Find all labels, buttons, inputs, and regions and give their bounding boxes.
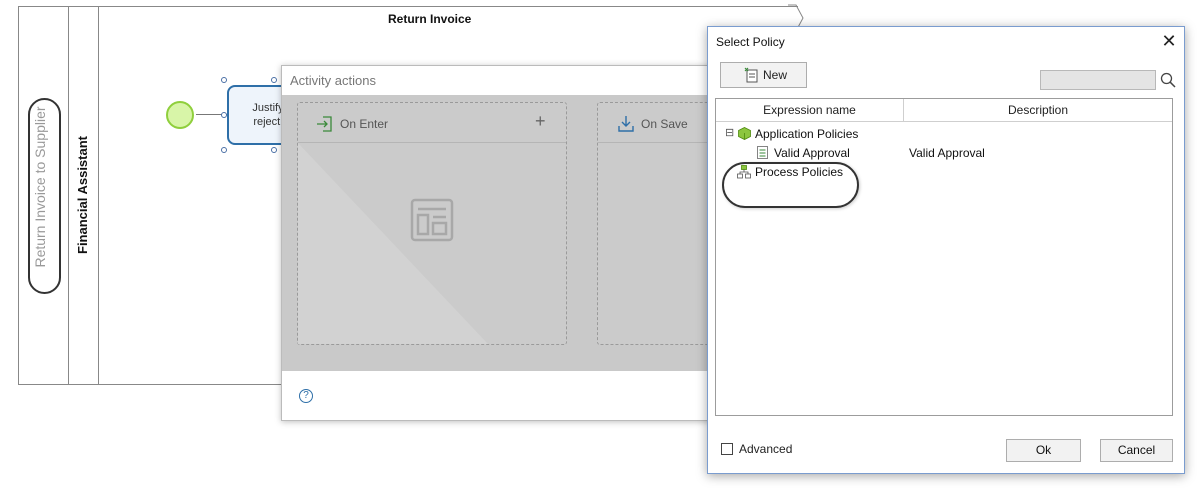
selection-handle[interactable] <box>271 77 277 83</box>
enter-icon <box>317 116 332 132</box>
save-icon <box>618 116 634 132</box>
tree-item-valid-approval[interactable]: Valid Approval <box>774 146 850 160</box>
ok-button[interactable]: Ok <box>1006 439 1081 462</box>
collapse-toggle[interactable]: ⊟ <box>725 126 734 139</box>
tree-item-application-policies[interactable]: Application Policies <box>755 127 858 141</box>
help-icon[interactable]: ? <box>299 389 313 403</box>
on-enter-label: On Enter <box>340 117 389 131</box>
on-save-label: On Save <box>641 117 688 131</box>
selection-handle[interactable] <box>221 147 227 153</box>
start-event[interactable] <box>166 101 194 129</box>
form-placeholder-icon <box>410 198 454 242</box>
selection-handle[interactable] <box>271 147 277 153</box>
policy-icon <box>757 146 768 159</box>
add-action-button[interactable]: + <box>535 111 546 132</box>
package-icon <box>738 127 751 140</box>
pool-name-highlight <box>28 98 61 294</box>
advanced-label: Advanced <box>739 442 793 456</box>
lane-name: Financial Assistant <box>75 136 90 254</box>
activity-actions-title: Activity actions <box>290 73 376 88</box>
close-icon[interactable]: ✕ <box>1160 32 1178 50</box>
pool-title: Return Invoice <box>388 12 472 26</box>
search-input[interactable] <box>1040 70 1156 90</box>
card-background-decoration <box>298 143 488 344</box>
process-policies-highlight <box>722 162 859 208</box>
selection-handle[interactable] <box>221 112 227 118</box>
on-enter-header <box>298 103 566 143</box>
new-button-label: New <box>763 68 788 82</box>
advanced-checkbox[interactable] <box>721 443 733 455</box>
selection-handle[interactable] <box>221 77 227 83</box>
new-policy-icon <box>744 67 758 83</box>
column-header-description[interactable]: Description <box>904 99 1172 122</box>
column-header-expression-name[interactable]: Expression name <box>716 99 904 122</box>
tree-item-valid-approval-description: Valid Approval <box>909 146 985 160</box>
cancel-button[interactable]: Cancel <box>1100 439 1173 462</box>
dialog-title: Select Policy <box>716 35 785 49</box>
search-icon[interactable] <box>1160 72 1176 88</box>
